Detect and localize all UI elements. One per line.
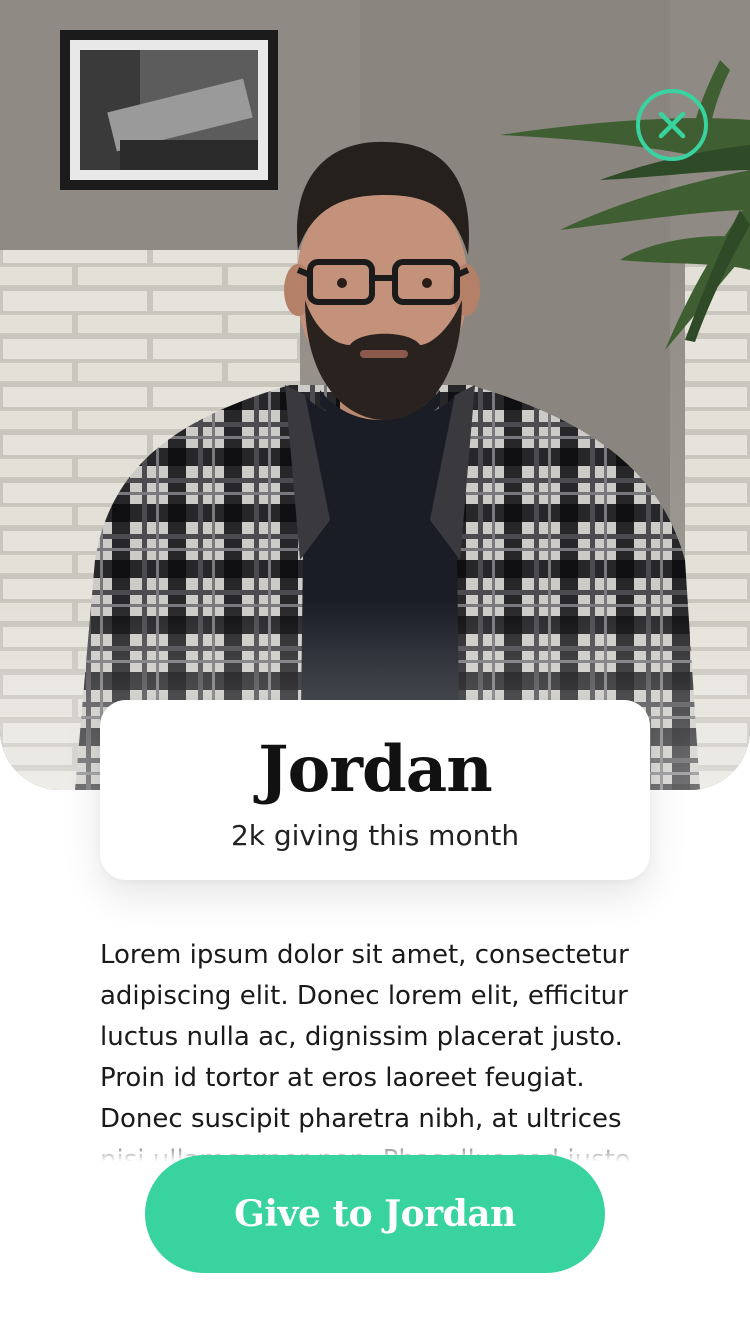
close-icon [658, 111, 686, 139]
close-button[interactable] [636, 89, 708, 161]
profile-name: Jordan [258, 732, 492, 807]
profile-name-card: Jordan 2k giving this month [100, 700, 650, 880]
giving-summary: 2k giving this month [230, 819, 520, 852]
bio-container: Lorem ipsum dolor sit amet, consectetur … [100, 935, 660, 1165]
profile-screen: Jordan 2k giving this month Lorem ipsum … [0, 0, 750, 1334]
give-button[interactable]: Give to Jordan [145, 1155, 605, 1273]
